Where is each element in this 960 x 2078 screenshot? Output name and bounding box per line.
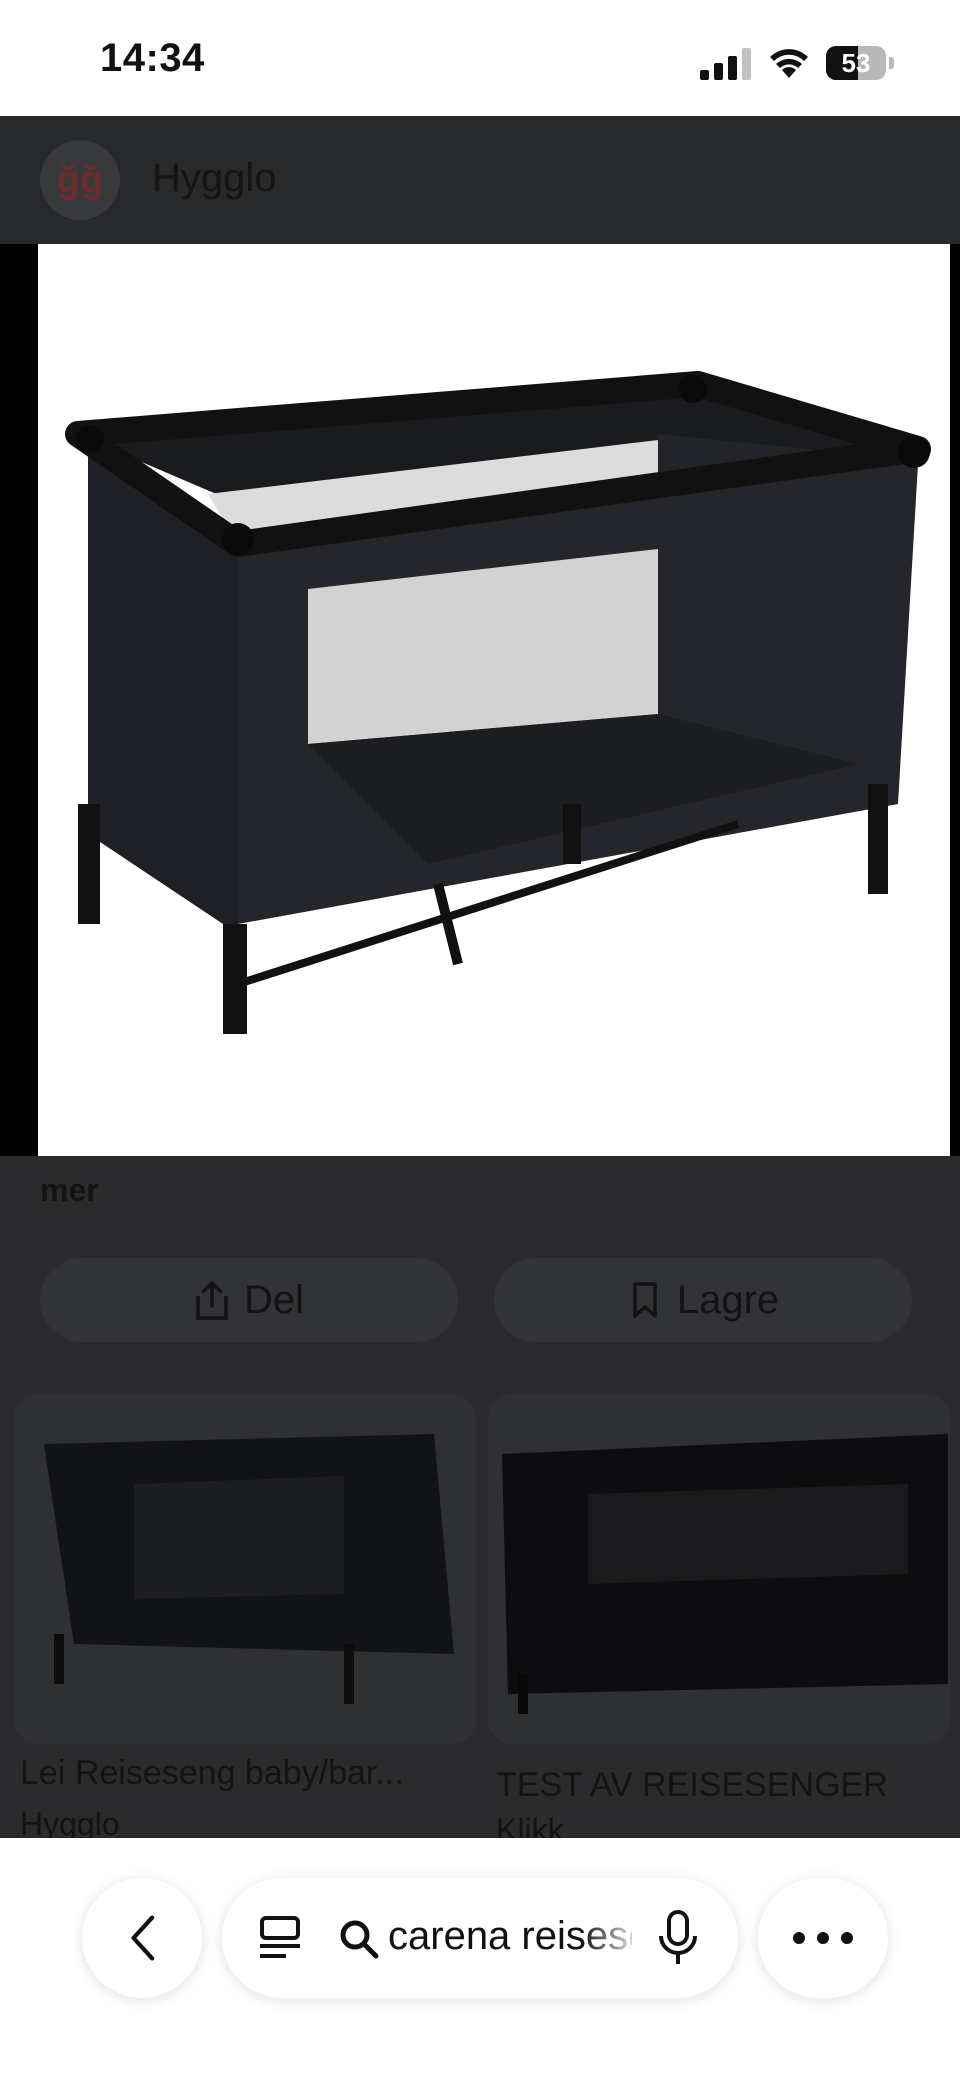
travel-cot-image	[38, 244, 950, 1156]
more-dot	[817, 1932, 829, 1944]
status-bar: 14:34 53	[0, 0, 960, 116]
save-label: Lagre	[676, 1277, 780, 1322]
more-options-button[interactable]	[758, 1878, 888, 1998]
more-dot	[793, 1932, 805, 1944]
related-result-title[interactable]: Lei Reiseseng baby/bar...	[20, 1754, 404, 1793]
related-result-card[interactable]	[488, 1394, 950, 1744]
site-logo: ğğ	[40, 140, 120, 220]
more-dot	[841, 1932, 853, 1944]
status-time: 14:34	[100, 36, 205, 80]
result-description: mer	[40, 1172, 99, 1208]
travel-cot-thumbnail	[44, 1434, 454, 1704]
related-result-title[interactable]: TEST AV REISESENGER	[496, 1766, 888, 1805]
cellular-signal-icon	[700, 48, 751, 80]
tabs-icon[interactable]	[256, 1914, 304, 1962]
travel-cot-thumbnail	[502, 1434, 948, 1714]
battery-indicator: 53	[826, 46, 896, 80]
microphone-icon[interactable]	[656, 1908, 700, 1968]
search-icon	[340, 1920, 379, 1959]
bottom-toolbar: carena reiseseng	[0, 1838, 960, 2078]
back-button[interactable]	[82, 1878, 202, 1998]
site-name[interactable]: Hygglo	[152, 156, 277, 201]
image-preview[interactable]	[0, 244, 960, 1156]
chevron-left-icon	[131, 1915, 155, 1961]
share-button[interactable]: Del	[40, 1258, 458, 1342]
share-icon	[196, 1280, 228, 1320]
save-button[interactable]: Lagre	[494, 1258, 912, 1342]
bookmark-icon	[633, 1282, 657, 1318]
site-header[interactable]: ğğ Hygglo	[0, 116, 960, 244]
wifi-icon	[770, 49, 808, 78]
share-label: Del	[243, 1277, 305, 1322]
related-result-card[interactable]	[14, 1394, 476, 1744]
search-bar[interactable]: carena reiseseng	[222, 1878, 738, 1998]
battery-percentage: 53	[841, 48, 871, 78]
